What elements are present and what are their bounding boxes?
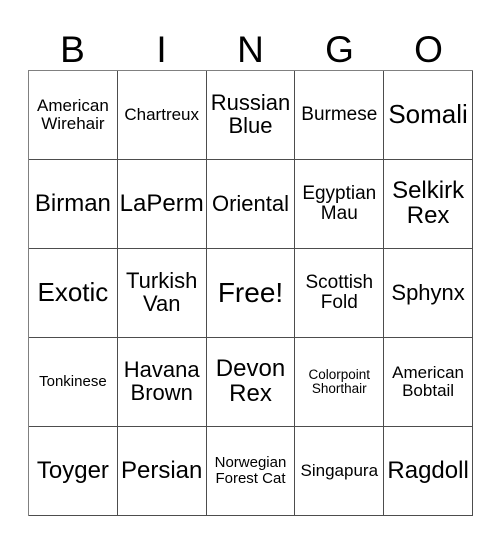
bingo-grid: American Wirehair Chartreux Russian Blue… xyxy=(28,70,473,516)
header-letter-o: O xyxy=(414,29,443,70)
bingo-cell[interactable]: Turkish Van xyxy=(117,249,207,338)
bingo-row: Exotic Turkish Van Free! Scottish Fold S… xyxy=(29,249,473,338)
bingo-cell-label: Tonkinese xyxy=(39,373,107,391)
header-letter-n: N xyxy=(237,29,264,70)
bingo-card: B I N G O American Wirehair Chartreux Ru… xyxy=(0,0,500,544)
bingo-cell[interactable]: Colorpoint Shorthair xyxy=(295,338,385,427)
bingo-cell-label: Sphynx xyxy=(391,279,465,305)
bingo-cell[interactable]: American Bobtail xyxy=(384,338,473,427)
bingo-cell-label: Egyptian Mau xyxy=(302,183,377,224)
bingo-cell[interactable]: LaPerm xyxy=(117,160,207,249)
bingo-cell[interactable]: Burmese xyxy=(295,71,385,160)
bingo-cell[interactable]: Russian Blue xyxy=(206,71,296,160)
bingo-cell[interactable]: Singapura xyxy=(295,427,385,516)
bingo-cell-label: Havana Brown xyxy=(123,357,200,405)
bingo-cell-label: Persian xyxy=(121,456,203,484)
bingo-cell-label: Turkish Van xyxy=(126,268,198,316)
bingo-cell[interactable]: Havana Brown xyxy=(117,338,207,427)
bingo-cell[interactable]: Chartreux xyxy=(117,71,207,160)
header-letter-b: B xyxy=(60,29,85,70)
bingo-row: Toyger Persian Norwegian Forest Cat Sing… xyxy=(29,427,473,516)
bingo-cell[interactable]: Sphynx xyxy=(384,249,473,338)
bingo-cell-label: Burmese xyxy=(301,104,378,126)
bingo-cell[interactable]: Oriental xyxy=(206,160,296,249)
bingo-row: Birman LaPerm Oriental Egyptian Mau Selk… xyxy=(29,160,473,249)
bingo-cell[interactable]: Tonkinese xyxy=(29,338,118,427)
bingo-cell[interactable]: Ragdoll xyxy=(384,427,473,516)
bingo-cell-label: Scottish Fold xyxy=(305,272,374,313)
bingo-cell-label: Exotic xyxy=(37,277,109,308)
bingo-cell[interactable]: Egyptian Mau xyxy=(295,160,385,249)
bingo-cell[interactable]: Norwegian Forest Cat xyxy=(206,427,296,516)
bingo-cell-label: Ragdoll xyxy=(387,456,469,484)
header-letter-g: G xyxy=(325,29,354,70)
bingo-cell-label: Somali xyxy=(388,99,468,130)
bingo-cell[interactable]: Devon Rex xyxy=(206,338,296,427)
bingo-cell-label: Selkirk Rex xyxy=(392,177,465,229)
bingo-cell-label: Norwegian Forest Cat xyxy=(214,454,287,487)
bingo-cell-label: American Wirehair xyxy=(36,96,109,133)
bingo-cell[interactable]: Somali xyxy=(384,71,473,160)
bingo-cell-free[interactable]: Free! xyxy=(206,249,296,338)
bingo-cell[interactable]: Exotic xyxy=(29,249,118,338)
bingo-cell-label: Birman xyxy=(34,189,111,217)
bingo-cell-label: Singapura xyxy=(300,461,379,481)
bingo-cell[interactable]: Birman xyxy=(29,160,118,249)
header-letter-i: I xyxy=(156,29,167,70)
bingo-row: American Wirehair Chartreux Russian Blue… xyxy=(29,71,473,160)
bingo-row: Tonkinese Havana Brown Devon Rex Colorpo… xyxy=(29,338,473,427)
bingo-cell[interactable]: Selkirk Rex xyxy=(384,160,473,249)
bingo-cell-label: LaPerm xyxy=(119,189,204,217)
bingo-cell[interactable]: Toyger xyxy=(29,427,118,516)
bingo-cell-label: Free! xyxy=(217,277,284,309)
bingo-cell-label: Colorpoint Shorthair xyxy=(308,366,371,396)
bingo-cell-label: Toyger xyxy=(36,456,109,484)
bingo-cell[interactable]: Persian xyxy=(117,427,207,516)
bingo-header: B I N G O xyxy=(28,18,473,68)
bingo-cell-label: Oriental xyxy=(211,190,290,216)
bingo-cell-label: American Bobtail xyxy=(392,363,464,400)
bingo-cell[interactable]: American Wirehair xyxy=(29,71,118,160)
bingo-cell-label: Devon Rex xyxy=(215,355,286,407)
bingo-cell[interactable]: Scottish Fold xyxy=(295,249,385,338)
bingo-cell-label: Russian Blue xyxy=(210,90,291,138)
bingo-cell-label: Chartreux xyxy=(124,105,200,125)
